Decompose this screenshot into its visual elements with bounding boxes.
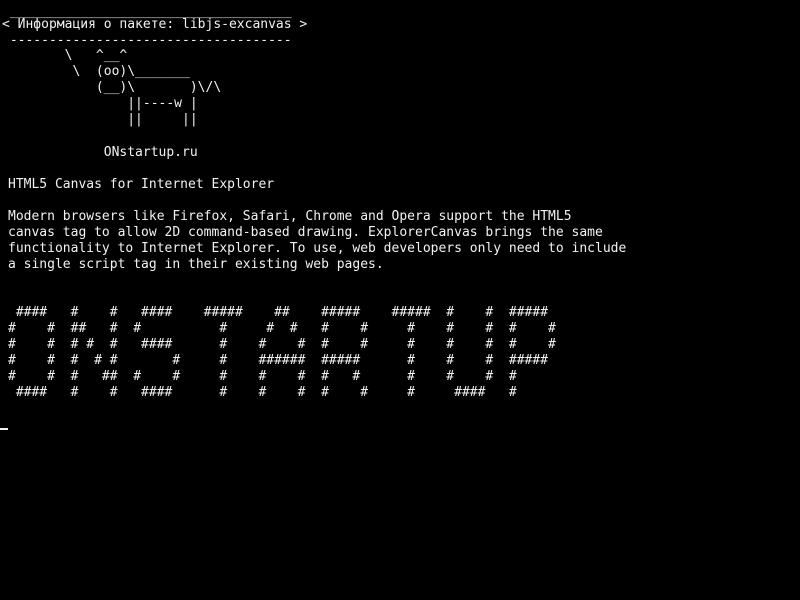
description-line: canvas tag to allow 2D command-based dra… — [8, 225, 603, 240]
banner-line: # # # # # #### # # # # # # # # # # — [8, 337, 556, 352]
banner-line: # # # # # # # ###### ##### # # # ##### — [8, 353, 549, 368]
terminal-screen[interactable]: ____________________________________ < И… — [0, 0, 800, 600]
banner-line: #### # # #### # # # # # # #### # — [8, 385, 517, 400]
cow-art-line: \ (oo)\_______ — [2, 64, 190, 79]
description-line: functionality to Internet Explorer. To u… — [8, 241, 627, 256]
description-line: Modern browsers like Firefox, Safari, Ch… — [8, 209, 572, 224]
cow-art-line: (__)\ )\/\ — [2, 80, 222, 95]
site-label: ONstartup.ru — [2, 145, 198, 160]
cow-art-line: \ ^__^ — [2, 48, 128, 63]
cow-art-line: ||----w | — [2, 96, 198, 111]
package-title: HTML5 Canvas for Internet Explorer — [8, 177, 275, 192]
header-border-bottom: ------------------------------------ — [2, 33, 292, 48]
banner-line: # # # ## # # # # # # # # # # # — [8, 369, 517, 384]
banner-line: #### # # #### ##### ## ##### ##### # # #… — [8, 305, 549, 320]
header-title: < Информация о пакете: libjs-excanvas > — [2, 17, 308, 32]
description-line: a single script tag in their existing we… — [8, 257, 384, 272]
banner-line: # # ## # # # # # # # # # # # # — [8, 321, 556, 336]
text-cursor — [0, 428, 8, 430]
cow-art-line: || || — [2, 112, 198, 127]
